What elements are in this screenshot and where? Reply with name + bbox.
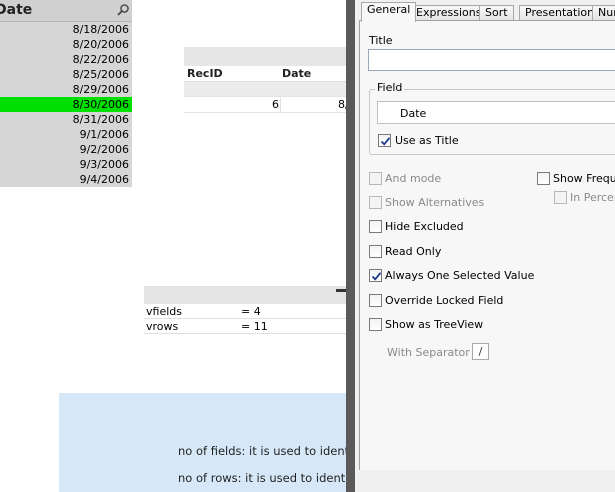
and-mode-checkbox[interactable]: [369, 172, 382, 185]
list-item[interactable]: 8/18/2006: [0, 22, 132, 37]
show-as-treeview-checkbox[interactable]: [369, 318, 382, 331]
list-item[interactable]: 8/20/2006: [0, 37, 132, 52]
list-item[interactable]: 8/25/2006: [0, 67, 132, 82]
note-fields: no of fields: it is used to identify: [178, 444, 363, 458]
read-only-checkbox[interactable]: [369, 245, 382, 258]
table-row: vrows = 11: [144, 319, 348, 334]
override-locked-field-checkbox[interactable]: [369, 294, 382, 307]
list-item[interactable]: 8/22/2006: [0, 52, 132, 67]
table-filter-row: [184, 82, 354, 96]
list-item[interactable]: 8/31/2006: [0, 112, 132, 127]
title-input[interactable]: [368, 49, 615, 71]
table-row: vfields = 4: [144, 304, 348, 319]
table-header: RecID Date: [184, 66, 354, 82]
list-item[interactable]: 9/2/2006: [0, 142, 132, 157]
dialog-button-bar: [359, 470, 615, 492]
list-item[interactable]: 9/4/2006: [0, 172, 132, 187]
list-item[interactable]: 9/1/2006: [0, 127, 132, 142]
always-one-selected-checkbox[interactable]: [369, 269, 382, 282]
variable-name: vrows: [146, 320, 179, 333]
variable-value: = 11: [241, 320, 268, 333]
tab-number[interactable]: Num: [592, 5, 615, 21]
table-row[interactable]: 6 8/30: [184, 96, 363, 113]
field-label: Field: [375, 81, 405, 94]
hide-excluded-checkbox[interactable]: [369, 220, 382, 233]
note-rows: no of rows: it is used to identify: [178, 471, 360, 485]
show-frequency-checkbox[interactable]: [537, 172, 550, 185]
with-separator-label: With Separator: [387, 346, 470, 359]
tab-presentation[interactable]: Presentation: [519, 5, 601, 21]
and-mode-label: And mode: [385, 172, 442, 185]
use-as-title-checkbox[interactable]: [378, 134, 391, 147]
tab-sort[interactable]: Sort: [479, 5, 514, 21]
read-only-label: Read Only: [385, 245, 442, 258]
always-one-selected-label: Always One Selected Value: [385, 269, 535, 282]
variable-name: vfields: [146, 305, 182, 318]
list-item[interactable]: 8/30/2006: [0, 97, 132, 112]
field-dropdown[interactable]: Date: [377, 101, 615, 124]
cell-recid: 6: [272, 98, 279, 111]
tab-general[interactable]: General: [361, 2, 417, 22]
column-header-date[interactable]: Date: [282, 67, 311, 80]
in-percent-checkbox[interactable]: [554, 191, 567, 204]
column-header-recid[interactable]: RecID: [187, 67, 223, 80]
variables-table-header[interactable]: [144, 286, 348, 304]
show-alternatives-label: Show Alternatives: [385, 196, 485, 209]
variable-value: = 4: [241, 305, 261, 318]
title-label: Title: [369, 34, 393, 47]
search-icon[interactable]: [116, 3, 130, 17]
list-item[interactable]: 8/29/2006: [0, 82, 132, 97]
minimize-icon[interactable]: [336, 289, 346, 292]
listbox-header[interactable]: Date: [0, 0, 132, 22]
show-frequency-label: Show Freque: [553, 172, 615, 185]
list-item[interactable]: 9/3/2006: [0, 157, 132, 172]
show-alternatives-checkbox[interactable]: [369, 196, 382, 209]
table-caption[interactable]: [184, 47, 354, 66]
field-value: Date: [400, 107, 427, 120]
hide-excluded-label: Hide Excluded: [385, 220, 464, 233]
in-percent-label: In Percen: [570, 191, 615, 204]
use-as-title-label: Use as Title: [395, 134, 459, 147]
separator-input[interactable]: /: [472, 343, 489, 360]
cell-divider: [280, 97, 281, 112]
override-locked-field-label: Override Locked Field: [385, 294, 504, 307]
show-as-treeview-label: Show as TreeView: [385, 318, 484, 331]
listbox-title: Date: [0, 2, 33, 18]
tab-expressions[interactable]: Expressions: [410, 5, 488, 21]
